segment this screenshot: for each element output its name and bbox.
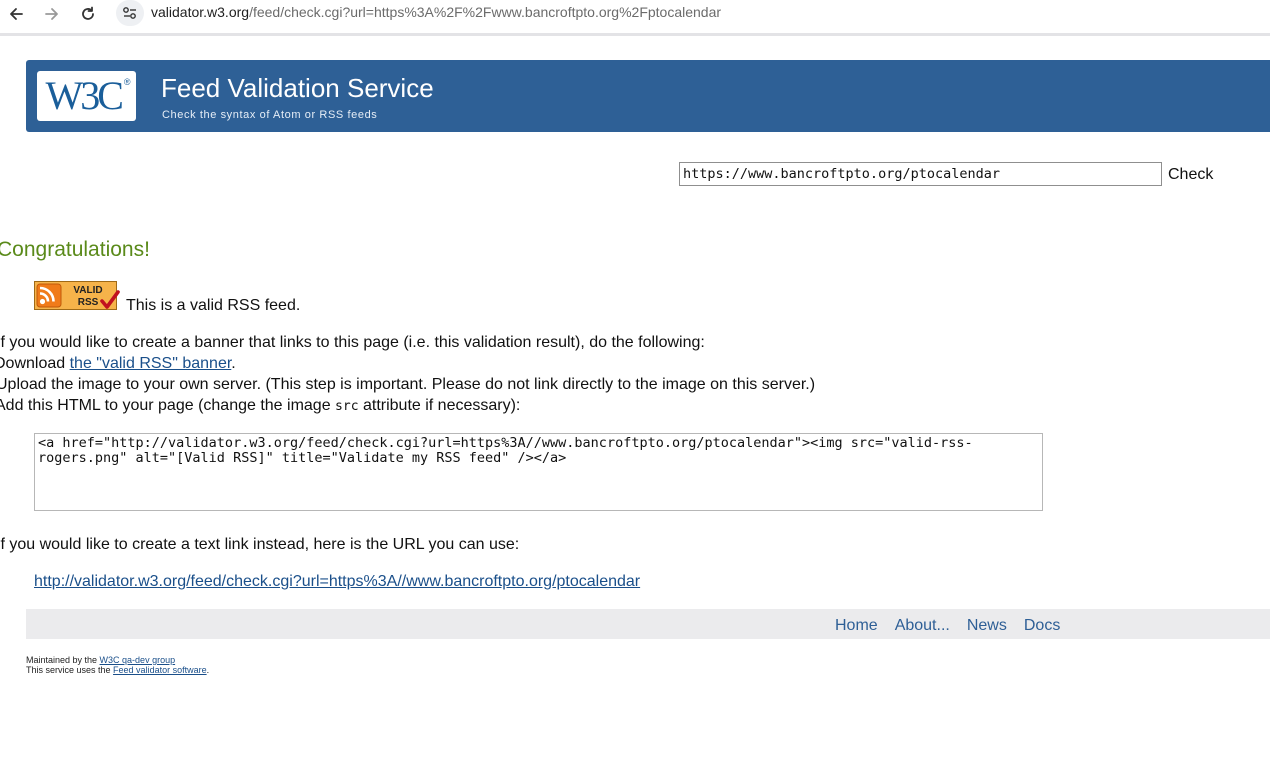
arrow-left-icon (10, 8, 23, 20)
software-prefix: This service uses the (26, 665, 114, 675)
valid-rss-banner-link[interactable]: the "valid RSS" banner (70, 355, 232, 372)
text-link-intro: If you would like to create a text link … (0, 536, 520, 553)
maintainer-info: Maintained by the W3C qa-dev group This … (26, 655, 209, 675)
url-host: validator.w3.org (151, 4, 250, 20)
step-download-prefix: Download (0, 355, 70, 372)
page-subtitle: Check the syntax of Atom or RSS feeds (162, 109, 378, 121)
maintained-prefix: Maintained by the (26, 655, 100, 665)
footer-link-docs[interactable]: Docs (1024, 617, 1060, 635)
w3c-logo[interactable]: W3C ® (37, 71, 136, 121)
valid-rss-badge: VALID RSS (34, 281, 120, 310)
footer-link-about[interactable]: About... (895, 617, 950, 635)
congratulations-heading: Congratulations! (0, 238, 150, 261)
feed-url-input[interactable] (679, 162, 1162, 186)
step-download-suffix: . (231, 355, 236, 372)
maintained-line: Maintained by the W3C qa-dev group (26, 655, 209, 665)
step-add-html-prefix: Add this HTML to your page (change the i… (0, 397, 336, 414)
badge-line2: RSS (78, 297, 99, 308)
step-add-html-suffix: attribute if necessary): (358, 397, 521, 414)
arrow-right-icon (45, 8, 58, 20)
w3c-logo-text: W3C (45, 73, 123, 118)
step-download: Download the "valid RSS" banner. (0, 355, 236, 373)
html-snippet-textarea[interactable]: <a href="http://validator.w3.org/feed/ch… (34, 433, 1043, 511)
site-info-button[interactable] (116, 0, 144, 26)
tune-icon (123, 7, 136, 19)
badge-line1: VALID (73, 285, 102, 296)
footer-nav: Home About... News Docs (835, 617, 1077, 635)
check-button[interactable]: Check (1168, 166, 1213, 184)
footer-nav-bar: Home About... News Docs (26, 609, 1270, 639)
software-suffix: . (206, 665, 210, 675)
reload-button[interactable] (76, 3, 100, 25)
footer-link-news[interactable]: News (967, 617, 1007, 635)
software-line: This service uses the Feed validator sof… (26, 665, 209, 675)
valid-feed-message: This is a valid RSS feed. (126, 297, 301, 314)
url-path: /feed/check.cgi?url=https%3A%2F%2Fwww.ba… (249, 4, 722, 20)
step-add-html: Add this HTML to your page (change the i… (0, 397, 520, 415)
text-link-url[interactable]: http://validator.w3.org/feed/check.cgi?u… (34, 573, 640, 591)
registered-mark-icon: ® (123, 77, 131, 87)
feed-validator-software-link[interactable]: Feed validator software (113, 665, 207, 675)
reload-icon (82, 6, 94, 20)
address-bar[interactable]: validator.w3.org/feed/check.cgi?url=http… (151, 4, 721, 20)
banner-intro-text: If you would like to create a banner tha… (0, 334, 705, 351)
footer-link-home[interactable]: Home (835, 617, 878, 635)
qa-dev-group-link[interactable]: W3C qa-dev group (100, 655, 176, 665)
step-upload: Upload the image to your own server. (Th… (0, 376, 816, 393)
back-button[interactable] (4, 3, 28, 25)
browser-toolbar: validator.w3.org/feed/check.cgi?url=http… (0, 0, 1270, 36)
page-title: Feed Validation Service (161, 73, 434, 103)
src-code: src (335, 399, 359, 414)
header-banner: W3C ® Feed Validation Service Check the s… (26, 60, 1270, 132)
forward-button[interactable] (40, 3, 64, 25)
